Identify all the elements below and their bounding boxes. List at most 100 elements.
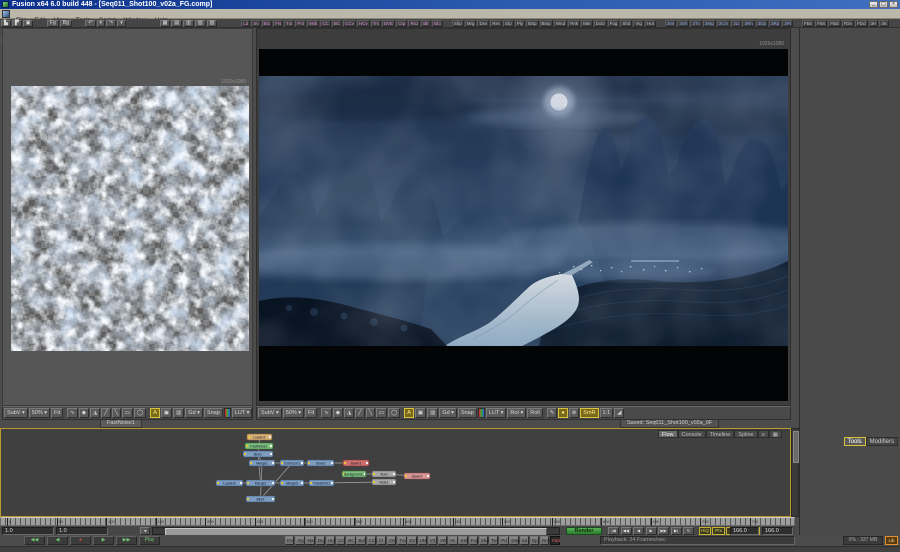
- tool-shortcut-BC[interactable]: BC: [332, 20, 342, 27]
- tool-shortcut-Blr[interactable]: Blr: [421, 20, 431, 27]
- maximize-button[interactable]: ▢: [879, 1, 888, 8]
- leftview--icon[interactable]: ╲: [112, 408, 121, 418]
- fastnoise-preview-image[interactable]: [11, 86, 249, 351]
- bottom-shortcut-sst[interactable]: SSt: [458, 536, 467, 545]
- tool-shortcut-FDd[interactable]: FDd: [855, 20, 868, 27]
- tool-shortcut-CCv[interactable]: CCv: [343, 20, 356, 27]
- tool-shortcut-Ply[interactable]: Ply: [515, 20, 525, 27]
- tool-shortcut-Rec[interactable]: Rec: [490, 20, 502, 27]
- toggle-bg[interactable]: Bg: [60, 20, 72, 27]
- flow-node-loader2[interactable]: Loader2: [216, 480, 243, 486]
- bottom-shortcut-bc[interactable]: BC: [346, 536, 355, 545]
- play-cluster-btn2-button[interactable]: ●: [70, 536, 91, 545]
- tool-shortcut-Hot[interactable]: Hot: [645, 20, 656, 27]
- bottom-shortcut-dve[interactable]: DVE: [407, 536, 416, 545]
- leftview--icon[interactable]: ◯: [134, 408, 146, 418]
- tool-shortcut-3Dp[interactable]: 3Dp: [756, 20, 768, 27]
- rightview-snap-button[interactable]: Snap: [458, 408, 477, 418]
- redo-icon[interactable]: ↷: [106, 20, 116, 27]
- leftview-rgb-channels-icon[interactable]: [224, 408, 231, 418]
- tool-shortcut-Vig[interactable]: Vig: [633, 20, 643, 27]
- bottom-shortcut-fad[interactable]: Fad: [550, 536, 559, 545]
- bottom-shortcut-dv[interactable]: DV: [285, 536, 294, 545]
- tool-shortcut-Shd[interactable]: Shd: [620, 20, 632, 27]
- tool-shortcut-3Pt[interactable]: 3Pt: [782, 20, 793, 27]
- rightview-50-button[interactable]: 50% ▾: [283, 408, 304, 418]
- flow-node-note1[interactable]: Note1: [372, 479, 396, 485]
- flow-tab-spline[interactable]: Spline: [734, 430, 757, 438]
- rightview-fit-button[interactable]: Fit: [305, 408, 317, 418]
- bottom-shortcut-v3[interactable]: V3: [428, 536, 437, 545]
- bottom-shortcut-alg[interactable]: Alg: [295, 536, 304, 545]
- play-cluster-play-button[interactable]: Play: [139, 536, 160, 545]
- flow-vertical-scrollbar[interactable]: [791, 428, 799, 517]
- render-button[interactable]: Render: [566, 527, 602, 535]
- rightview--icon[interactable]: ▥: [427, 408, 438, 418]
- flow-tab-flow[interactable]: Flow: [658, 430, 678, 438]
- bottom-shortcut-hi[interactable]: HI: [448, 536, 457, 545]
- flow-node-saver2[interactable]: Saver2: [404, 473, 430, 479]
- leftview--icon[interactable]: ╱: [101, 408, 110, 418]
- rightview--icon[interactable]: ✎: [547, 408, 558, 418]
- timeline-scrollbar[interactable]: [152, 527, 560, 535]
- flow-node-merge1[interactable]: Merge1: [249, 460, 275, 466]
- bottom-shortcut-pd[interactable]: Pd: [499, 536, 508, 545]
- flow-node-saver1[interactable]: Saver1: [343, 460, 369, 466]
- save-comp-icon[interactable]: ▣: [23, 20, 34, 27]
- transport-fastrev-button[interactable]: ◀◀: [621, 527, 632, 535]
- flow-node-loader1[interactable]: Loader1: [247, 434, 272, 440]
- tool-shortcut-HCv[interactable]: HCv: [357, 20, 370, 27]
- global-end-field[interactable]: 166.0: [762, 527, 793, 535]
- layout-button-5[interactable]: ▨: [207, 20, 218, 27]
- range-start-field[interactable]: 1.0: [2, 527, 54, 535]
- tool-shortcut-Ld[interactable]: Ld: [241, 20, 250, 27]
- tool-shortcut-FBd[interactable]: FBd: [828, 20, 840, 27]
- bottom-shortcut-dly[interactable]: DLy: [316, 536, 325, 545]
- tool-shortcut-BSp[interactable]: BSp: [526, 20, 539, 27]
- bottom-shortcut-um[interactable]: UM: [418, 536, 427, 545]
- tool-shortcut-Pnt[interactable]: Pnt: [295, 20, 306, 27]
- new-comp-icon[interactable]: ▙: [1, 20, 11, 27]
- leftview-50-button[interactable]: 50% ▾: [29, 408, 50, 418]
- rightview-roi-button[interactable]: RoI ▾: [507, 408, 526, 418]
- flow-node-merge3[interactable]: Merge3: [280, 480, 304, 486]
- tool-shortcut-FDn[interactable]: FDn: [842, 20, 855, 27]
- rightview--icon[interactable]: ∿: [321, 408, 332, 418]
- bottom-shortcut-uly[interactable]: ULy: [326, 536, 335, 545]
- toggle-prx-button[interactable]: Prx: [712, 527, 725, 535]
- tool-shortcut-Dsv[interactable]: Dsv: [477, 20, 489, 27]
- panel-tab-tools[interactable]: Tools: [844, 437, 866, 446]
- rightview-a-button[interactable]: A: [404, 408, 414, 418]
- play-cluster-btn1-button[interactable]: ◀: [47, 536, 68, 545]
- transport-playrev-button[interactable]: ◀: [633, 527, 644, 535]
- bottom-shortcut-tra[interactable]: Tra: [397, 536, 406, 545]
- leftview--icon[interactable]: ▥: [173, 408, 184, 418]
- flow-node-transform1[interactable]: Transform1: [309, 480, 334, 486]
- flow-node-blur1[interactable]: Blur1: [243, 451, 273, 457]
- left-view-tab[interactable]: FastNoise1: [100, 420, 142, 428]
- tool-shortcut-Elp[interactable]: Elp: [503, 20, 514, 27]
- rightview--icon[interactable]: ▣: [415, 408, 426, 418]
- flow-node-fastnoise1[interactable]: FastNoise1: [245, 443, 273, 449]
- tool-shortcut-Fog[interactable]: Fog: [608, 20, 620, 27]
- rightview-rgb-channels-icon[interactable]: [478, 408, 485, 418]
- undo-menu-icon[interactable]: ▾: [97, 20, 106, 27]
- flow-node-colorcorr1[interactable]: ColorCorr1: [280, 460, 304, 466]
- title-bar[interactable]: Fusion x64 6.0 build 448 - [Seq011_Shot1…: [0, 0, 900, 9]
- toggle-hiq-button[interactable]: HiQ: [699, 527, 711, 535]
- leftview-fit-button[interactable]: Fit: [51, 408, 63, 418]
- play-cluster-btn3-button[interactable]: ▶: [93, 536, 114, 545]
- bottom-shortcut-dnt[interactable]: Dnt: [540, 536, 549, 545]
- leftview--icon[interactable]: ◆: [79, 408, 89, 418]
- close-button[interactable]: ×: [889, 1, 898, 8]
- bottom-shortcut-dp[interactable]: Dp: [530, 536, 539, 545]
- flow-node-text1[interactable]: Text1: [372, 471, 396, 477]
- tool-shortcut-Mrg[interactable]: Mrg: [465, 20, 477, 27]
- play-cluster-btn0-button[interactable]: ◀◀: [24, 536, 45, 545]
- current-time-field[interactable]: 166.0: [730, 527, 759, 535]
- bottom-shortcut-tw[interactable]: Tw: [489, 536, 498, 545]
- play-cluster-btn4-button[interactable]: ▶▶: [116, 536, 137, 545]
- flow-node-merge2[interactable]: Merge2: [246, 480, 275, 486]
- rightview-roll-button[interactable]: Roll: [527, 408, 542, 418]
- transport-fastfwd-button[interactable]: ▶▶: [658, 527, 669, 535]
